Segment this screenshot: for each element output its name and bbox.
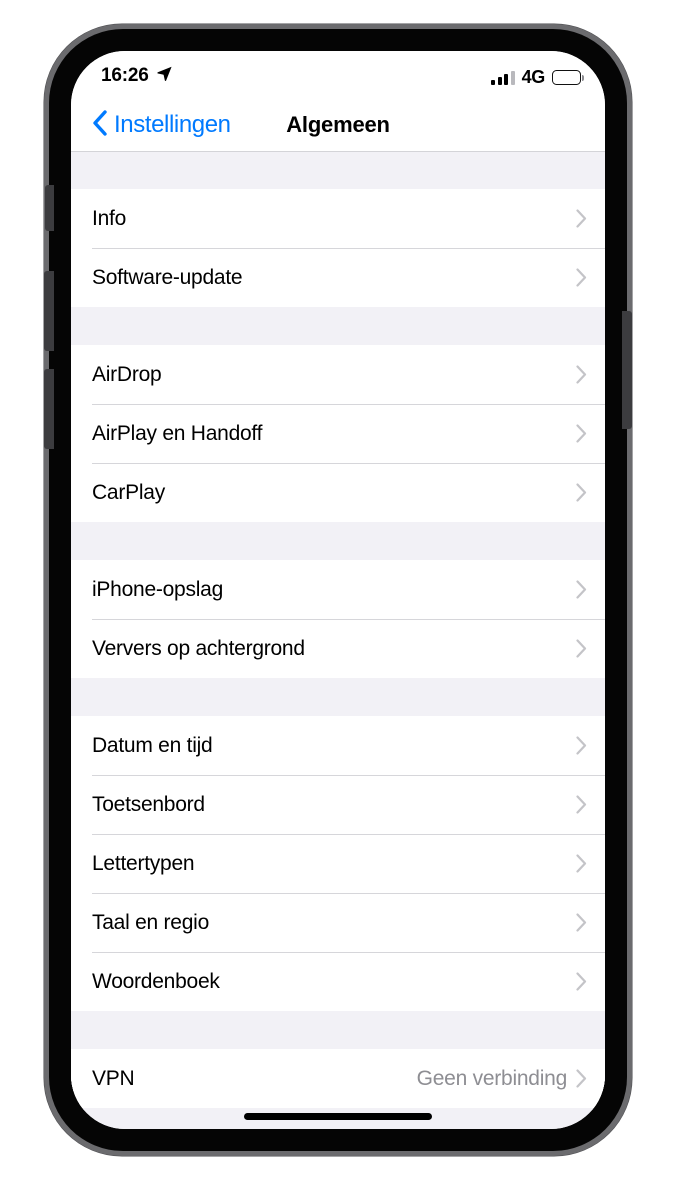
phone-device-frame: 16:26 4G Instellingen Algemeen Info Soft… (44, 24, 632, 1156)
chevron-right-icon (576, 1069, 587, 1088)
chevron-right-icon (576, 639, 587, 658)
chevron-right-icon (576, 854, 587, 873)
power-side-button[interactable] (622, 311, 632, 429)
row-label: Ververs op achtergrond (92, 636, 305, 660)
settings-group: VPN Geen verbinding (71, 1049, 605, 1108)
chevron-right-icon (576, 580, 587, 599)
phone-body: 16:26 4G Instellingen Algemeen Info Soft… (44, 29, 632, 1151)
table-row[interactable]: AirDrop (71, 345, 605, 404)
group-spacer (71, 678, 605, 716)
table-row[interactable]: VPN Geen verbinding (71, 1049, 605, 1108)
back-button[interactable]: Instellingen (92, 109, 231, 141)
mute-switch-button[interactable] (45, 185, 54, 231)
table-row[interactable]: CarPlay (71, 463, 605, 522)
back-button-label: Instellingen (114, 111, 231, 138)
row-label: Lettertypen (92, 851, 195, 875)
location-arrow-icon (156, 65, 173, 87)
row-label: iPhone-opslag (92, 577, 224, 601)
row-label: Info (92, 206, 127, 230)
group-spacer (71, 152, 605, 189)
row-label: CarPlay (92, 480, 165, 504)
chevron-right-icon (576, 424, 587, 443)
table-row[interactable]: Software-update (71, 248, 605, 307)
row-label: Toetsenbord (92, 792, 205, 816)
volume-up-button[interactable] (44, 271, 54, 351)
chevron-right-icon (576, 483, 587, 502)
row-value: Geen verbinding (416, 1066, 568, 1090)
chevron-right-icon (576, 795, 587, 814)
network-type-label: 4G (521, 67, 546, 87)
row-label: Datum en tijd (92, 733, 213, 757)
settings-group: Datum en tijd Toetsenbord Lettertypen Taal … (71, 716, 605, 1011)
settings-group: AirDrop AirPlay en Handoff CarPlay (71, 345, 605, 522)
group-spacer (71, 1011, 605, 1049)
table-row[interactable]: Ververs op achtergrond (71, 619, 605, 678)
chevron-right-icon (576, 972, 587, 991)
settings-group: Info Software-update (71, 189, 605, 307)
group-spacer (71, 307, 605, 345)
table-row[interactable]: Toetsenbord (71, 775, 605, 834)
row-label: Woordenboek (92, 969, 220, 993)
table-row[interactable]: Taal en regio (71, 893, 605, 952)
status-bar: 16:26 4G (71, 51, 605, 99)
chevron-right-icon (576, 913, 587, 932)
group-spacer (71, 522, 605, 560)
chevron-right-icon (576, 365, 587, 384)
home-indicator-bar[interactable] (244, 1113, 432, 1120)
navigation-bar: Instellingen Algemeen (71, 99, 605, 152)
status-bar-time: 16:26 (101, 65, 149, 86)
chevron-left-icon (92, 109, 107, 141)
row-label: Software-update (92, 265, 243, 289)
table-row[interactable]: Lettertypen (71, 834, 605, 893)
chevron-right-icon (576, 209, 587, 228)
row-label: AirPlay en Handoff (92, 421, 263, 445)
battery-icon (552, 70, 585, 85)
row-label: VPN (92, 1066, 135, 1090)
table-row[interactable]: AirPlay en Handoff (71, 404, 605, 463)
status-bar-right: 4G (491, 67, 585, 88)
table-row[interactable]: Info (71, 189, 605, 248)
table-row[interactable]: iPhone-opslag (71, 560, 605, 619)
table-row[interactable]: Woordenboek (71, 952, 605, 1011)
chevron-right-icon (576, 268, 587, 287)
settings-group: iPhone-opslag Ververs op achtergrond (71, 560, 605, 678)
settings-list[interactable]: Info Software-update AirDrop AirPlay en Han… (71, 152, 605, 1129)
status-bar-left: 16:26 (101, 65, 173, 87)
volume-down-button[interactable] (44, 369, 54, 449)
chevron-right-icon (576, 736, 587, 755)
phone-screen: 16:26 4G Instellingen Algemeen Info Soft… (71, 51, 605, 1129)
table-row[interactable]: Datum en tijd (71, 716, 605, 775)
row-label: AirDrop (92, 362, 162, 386)
row-label: Taal en regio (92, 910, 209, 934)
cellular-signal-icon (491, 70, 515, 85)
